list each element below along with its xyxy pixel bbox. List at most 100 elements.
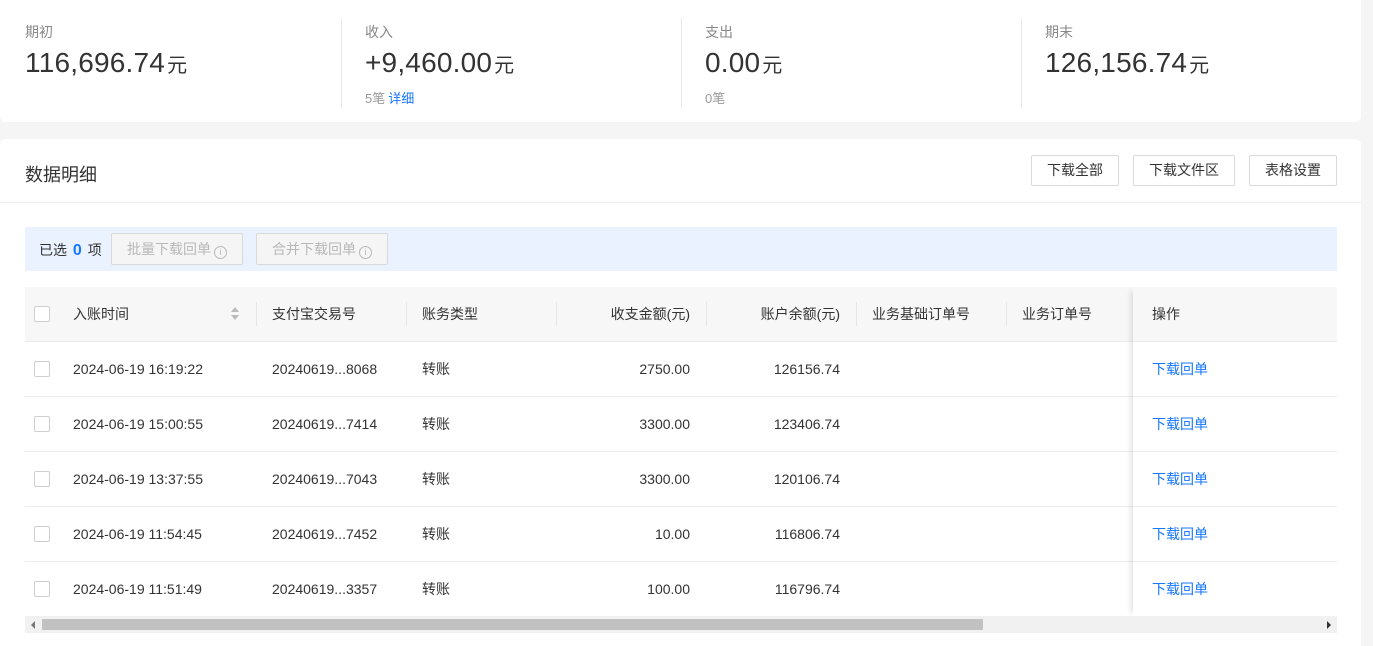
cell-time: 2024-06-19 11:51:49 xyxy=(73,581,202,597)
stat-closing-label: 期末 xyxy=(1045,24,1073,40)
stat-expense-label: 支出 xyxy=(705,24,733,40)
cell-trade-no: 20240619...3357 xyxy=(272,581,378,597)
selection-prefix: 已选 xyxy=(39,242,67,258)
merge-download-receipt-button[interactable]: 合并下载回单 i xyxy=(256,233,388,265)
row-checkbox[interactable] xyxy=(34,526,50,542)
column-separator xyxy=(406,302,407,326)
download-receipt-link[interactable]: 下载回单 xyxy=(1152,562,1208,617)
cell-time: 2024-06-19 16:19:22 xyxy=(73,361,203,377)
cell-time: 2024-06-19 13:37:55 xyxy=(73,471,203,487)
col-header-amount: 收支金额(元) xyxy=(610,306,690,322)
stat-opening-label: 期初 xyxy=(25,24,53,40)
sort-icon[interactable] xyxy=(231,307,239,321)
stat-income-count: 5笔 xyxy=(365,91,386,106)
col-header-type: 账务类型 xyxy=(422,306,478,322)
table-row: 2024-06-19 13:37:55 20240619...7043 转账 3… xyxy=(25,452,1337,507)
table-settings-button[interactable]: 表格设置 xyxy=(1249,155,1337,186)
panel-divider xyxy=(0,202,1361,203)
scroll-right-arrow-icon[interactable] xyxy=(1327,621,1331,629)
selection-bar: 已选 0 项 批量下载回单 i 合并下载回单 i xyxy=(25,227,1337,271)
table-row: 2024-06-19 11:54:45 20240619...7452 转账 1… xyxy=(25,507,1337,562)
cell-amount: 2750.00 xyxy=(639,361,690,377)
table-header: 入账时间 支付宝交易号 账务类型 收支金额(元) 账户余额(元) 业务基础订单号… xyxy=(25,287,1337,342)
cell-amount: 3300.00 xyxy=(639,471,690,487)
download-receipt-link[interactable]: 下载回单 xyxy=(1152,452,1208,507)
stat-income-sub: 5笔 详细 xyxy=(365,88,414,107)
stat-expense-amount: 0.00 xyxy=(705,47,761,78)
info-circle-icon: i xyxy=(214,246,227,259)
col-header-balance: 账户余额(元) xyxy=(760,306,840,322)
info-circle-icon: i xyxy=(359,246,372,259)
stat-opening-value: 116,696.74 元 xyxy=(25,47,187,79)
data-detail-panel: 数据明细 下载全部 下载文件区 表格设置 已选 0 项 批量下载回单 i 合并下载… xyxy=(0,139,1361,646)
stat-closing-unit: 元 xyxy=(1189,55,1210,77)
cell-balance: 116806.74 xyxy=(774,526,840,542)
cell-balance: 116796.74 xyxy=(774,581,840,597)
col-header-base-order: 业务基础订单号 xyxy=(872,306,970,322)
transactions-table: 入账时间 支付宝交易号 账务类型 收支金额(元) 账户余额(元) 业务基础订单号… xyxy=(25,287,1337,617)
stat-expense-value: 0.00 元 xyxy=(705,47,783,79)
download-receipt-link[interactable]: 下载回单 xyxy=(1152,342,1208,397)
stat-opening-unit: 元 xyxy=(167,55,188,77)
cell-trade-no: 20240619...7414 xyxy=(272,416,378,432)
cell-trade-no: 20240619...7452 xyxy=(272,526,378,542)
cell-time: 2024-06-19 11:54:45 xyxy=(73,526,202,542)
table-row: 2024-06-19 15:00:55 20240619...7414 转账 3… xyxy=(25,397,1337,452)
income-detail-link[interactable]: 详细 xyxy=(388,91,414,106)
summary-card: 期初 116,696.74 元 收入 +9,460.00 元 5笔 详细 支出 0.0… xyxy=(0,0,1361,122)
cell-amount: 100.00 xyxy=(647,581,690,597)
select-all-checkbox[interactable] xyxy=(34,306,50,322)
batch-download-receipt-button[interactable]: 批量下载回单 i xyxy=(111,233,243,265)
stat-closing-amount: 126,156.74 xyxy=(1045,47,1188,78)
stat-expense-count: 0笔 xyxy=(705,91,726,106)
scrollbar-thumb[interactable] xyxy=(42,619,983,630)
cell-trade-no: 20240619...7043 xyxy=(272,471,378,487)
cell-type: 转账 xyxy=(422,526,450,542)
selection-suffix: 项 xyxy=(87,242,102,258)
cell-amount: 10.00 xyxy=(654,526,690,542)
download-receipt-link[interactable]: 下载回单 xyxy=(1152,507,1208,562)
cell-balance: 120106.74 xyxy=(773,471,840,487)
selection-count-text: 已选 0 项 xyxy=(39,240,102,260)
column-separator xyxy=(256,302,257,326)
batch-download-label: 批量下载回单 xyxy=(127,241,211,257)
stat-income-value: +9,460.00 元 xyxy=(365,47,514,79)
stat-expense-unit: 元 xyxy=(762,55,783,77)
col-header-trade-no: 支付宝交易号 xyxy=(272,306,356,322)
horizontal-scrollbar[interactable] xyxy=(25,616,1337,633)
col-header-action: 操作 xyxy=(1152,306,1180,322)
stat-opening-amount: 116,696.74 xyxy=(25,47,166,78)
column-separator xyxy=(1006,302,1007,326)
cell-balance: 123406.74 xyxy=(773,416,840,432)
cell-balance: 126156.74 xyxy=(773,361,840,377)
col-header-order: 业务订单号 xyxy=(1022,306,1092,322)
cell-type: 转账 xyxy=(422,361,450,377)
selection-count: 0 xyxy=(72,242,82,259)
row-checkbox[interactable] xyxy=(34,471,50,487)
download-file-area-button[interactable]: 下载文件区 xyxy=(1133,155,1235,186)
stat-income-label: 收入 xyxy=(365,24,393,40)
cell-type: 转账 xyxy=(422,471,450,487)
stat-divider xyxy=(341,18,342,108)
stat-divider xyxy=(681,18,682,108)
table-row: 2024-06-19 11:51:49 20240619...3357 转账 1… xyxy=(25,562,1337,617)
cell-trade-no: 20240619...8068 xyxy=(272,361,378,377)
download-receipt-link[interactable]: 下载回单 xyxy=(1152,397,1208,452)
stat-income-unit: 元 xyxy=(494,55,515,77)
row-checkbox[interactable] xyxy=(34,416,50,432)
stat-closing-value: 126,156.74 元 xyxy=(1045,47,1209,79)
row-checkbox[interactable] xyxy=(34,361,50,377)
download-all-button[interactable]: 下载全部 xyxy=(1031,155,1119,186)
col-header-time[interactable]: 入账时间 xyxy=(73,287,129,342)
scroll-left-arrow-icon[interactable] xyxy=(31,621,35,629)
cell-type: 转账 xyxy=(422,416,450,432)
merge-download-label: 合并下载回单 xyxy=(272,241,356,257)
row-checkbox[interactable] xyxy=(34,581,50,597)
cell-time: 2024-06-19 15:00:55 xyxy=(73,416,203,432)
stat-divider xyxy=(1021,18,1022,108)
panel-title: 数据明细 xyxy=(25,165,97,185)
cell-type: 转账 xyxy=(422,581,450,597)
column-separator xyxy=(856,302,857,326)
cell-amount: 3300.00 xyxy=(639,416,690,432)
table-row: 2024-06-19 16:19:22 20240619...8068 转账 2… xyxy=(25,342,1337,397)
